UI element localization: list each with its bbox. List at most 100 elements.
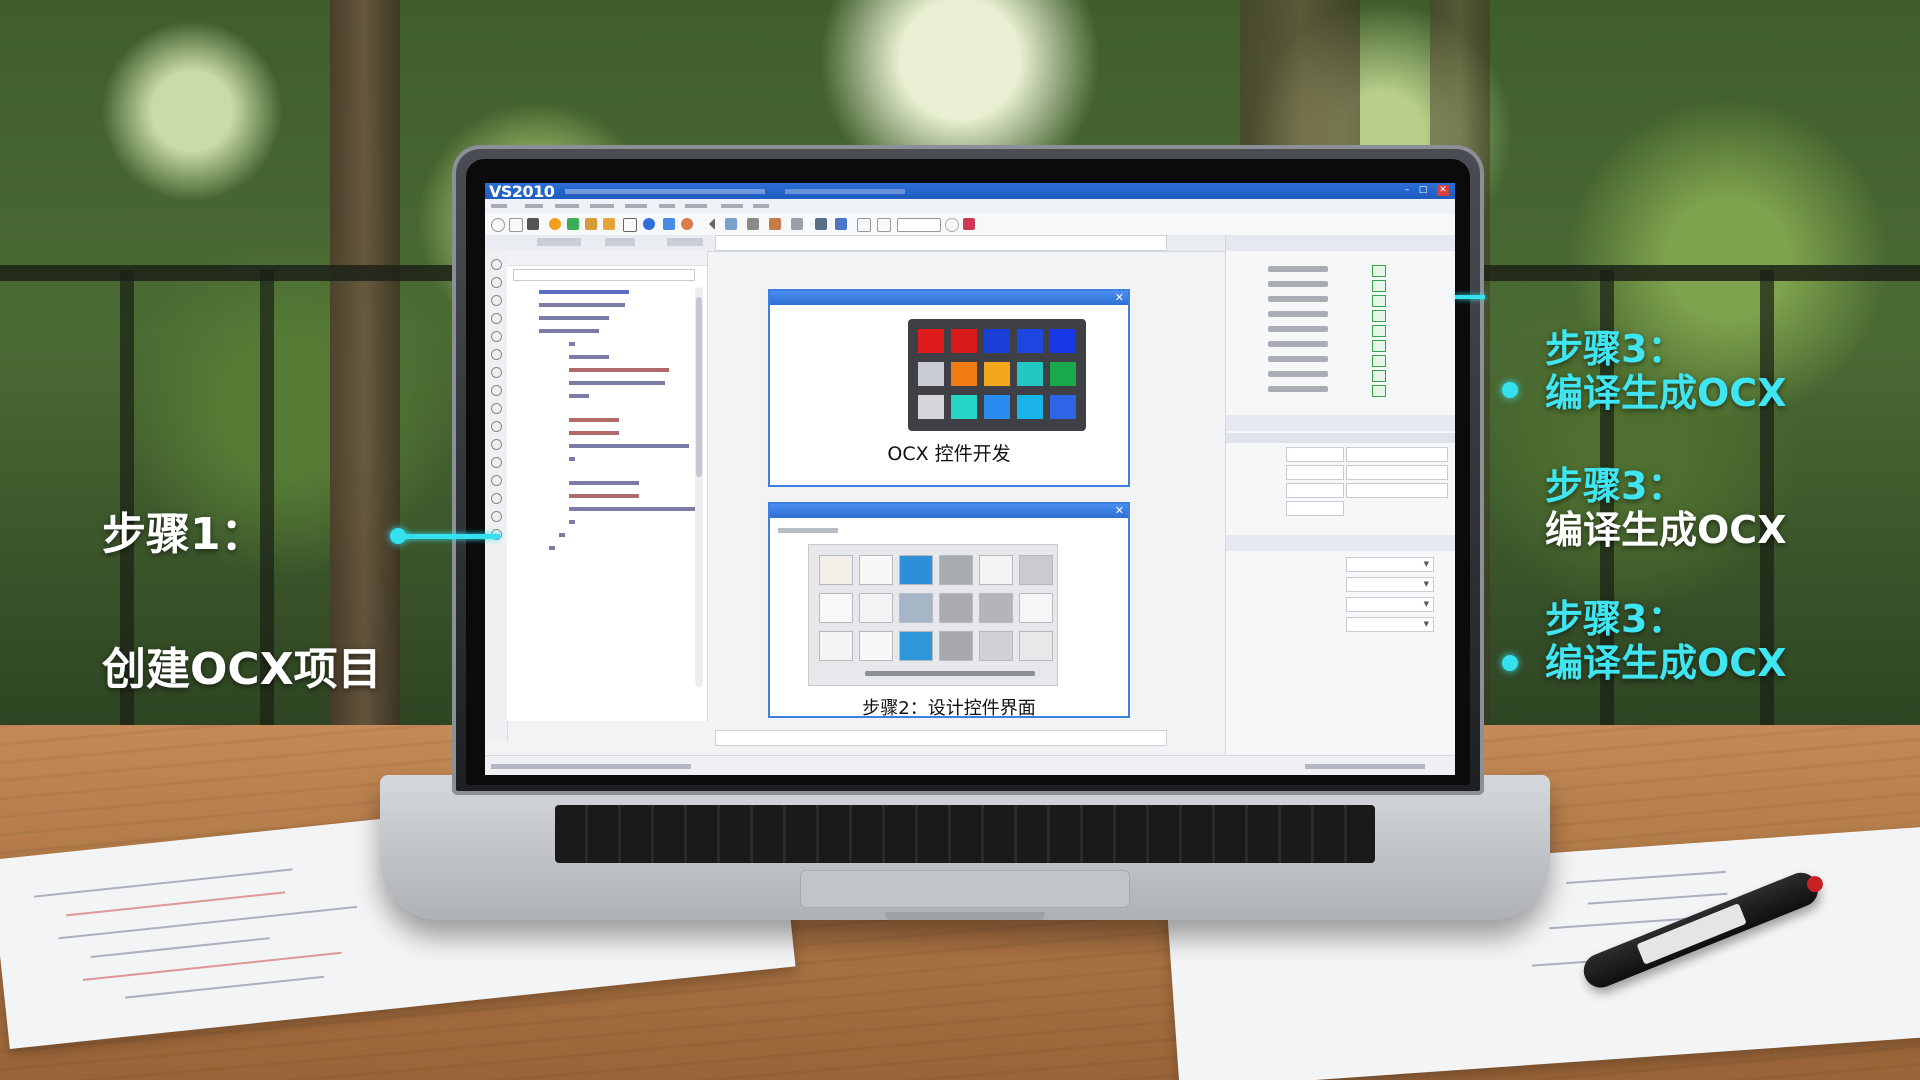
palette-swatch[interactable]	[1050, 329, 1076, 353]
tab-item[interactable]	[667, 238, 703, 246]
maximize-button[interactable]: □	[1417, 185, 1429, 196]
color-palette-control[interactable]	[908, 319, 1086, 431]
back-icon[interactable]	[491, 218, 505, 232]
toolbox-icon[interactable]	[491, 439, 502, 450]
tool-icon[interactable]	[791, 218, 803, 230]
layout-icon[interactable]	[857, 218, 871, 232]
property-field[interactable]	[1346, 483, 1448, 498]
close-button[interactable]: ✕	[1437, 185, 1449, 196]
grid-cell[interactable]	[859, 555, 893, 585]
checkbox-icon[interactable]	[1372, 325, 1386, 337]
property-dropdown[interactable]: ▼	[1346, 577, 1434, 592]
checkbox-icon[interactable]	[1372, 340, 1386, 352]
property-dropdown[interactable]: ▼	[1346, 597, 1434, 612]
bookmark-icon[interactable]	[769, 218, 781, 230]
checkbox-icon[interactable]	[1372, 280, 1386, 292]
property-row[interactable]	[1232, 355, 1446, 368]
redo-icon[interactable]	[725, 218, 737, 230]
web-icon[interactable]	[643, 218, 655, 230]
debug-icon[interactable]	[681, 218, 693, 230]
toolbox-icon[interactable]	[491, 295, 502, 306]
paste-icon[interactable]	[623, 218, 637, 232]
windows-icon[interactable]	[835, 218, 847, 230]
editor-navigation-bar[interactable]	[513, 269, 695, 281]
close-icon[interactable]: ✕	[1115, 504, 1124, 518]
grid-cell[interactable]	[859, 593, 893, 623]
new-file-icon[interactable]	[509, 218, 523, 232]
toolbox-icon[interactable]	[491, 277, 502, 288]
grid-cell[interactable]	[1019, 593, 1053, 623]
checkbox-icon[interactable]	[1372, 385, 1386, 397]
checkbox-icon[interactable]	[1372, 355, 1386, 367]
arrows-icon[interactable]	[815, 218, 827, 230]
cut-icon[interactable]	[603, 218, 615, 230]
menu-item[interactable]	[753, 204, 769, 208]
property-field[interactable]	[1286, 465, 1344, 480]
menu-item[interactable]	[685, 204, 707, 208]
property-row[interactable]	[1232, 340, 1446, 353]
menu-item[interactable]	[491, 204, 507, 208]
menu-item[interactable]	[659, 204, 675, 208]
toolbox-icon[interactable]	[491, 421, 502, 432]
checkbox-icon[interactable]	[1372, 370, 1386, 382]
property-row[interactable]	[1232, 385, 1446, 398]
user-icon[interactable]	[663, 218, 675, 230]
designer-toolbar[interactable]	[715, 235, 1167, 251]
palette-swatch[interactable]	[918, 329, 944, 353]
menu-item[interactable]	[590, 204, 614, 208]
find-icon[interactable]	[747, 218, 759, 230]
grid-cell[interactable]	[939, 631, 973, 661]
toolbox-icon[interactable]	[491, 331, 502, 342]
property-dropdown[interactable]: ▼	[1346, 557, 1434, 572]
edit-icon[interactable]	[585, 218, 597, 230]
palette-swatch[interactable]	[918, 362, 944, 386]
editor-scrollbar[interactable]	[695, 287, 703, 687]
palette-swatch[interactable]	[1017, 395, 1043, 419]
palette-swatch[interactable]	[984, 329, 1010, 353]
design-window[interactable]: ✕ 步骤2：设计控件界面	[768, 502, 1130, 719]
property-field[interactable]	[1286, 447, 1344, 462]
code-editor-panel[interactable]	[507, 251, 708, 721]
property-row[interactable]	[1232, 295, 1446, 308]
property-dropdown[interactable]: ▼	[1346, 617, 1434, 632]
palette-swatch[interactable]	[951, 329, 977, 353]
output-input[interactable]	[715, 730, 1167, 746]
toolbox-icon[interactable]	[491, 313, 502, 324]
property-row[interactable]	[1232, 370, 1446, 383]
palette-swatch[interactable]	[951, 362, 977, 386]
build-icon[interactable]	[567, 218, 579, 230]
toolbox-icon[interactable]	[491, 403, 502, 414]
grid-cell[interactable]	[899, 631, 933, 661]
grid-cell[interactable]	[819, 555, 853, 585]
grid-cell[interactable]	[979, 593, 1013, 623]
tab-item[interactable]	[605, 238, 635, 246]
menu-item[interactable]	[525, 204, 543, 208]
run-icon[interactable]	[963, 218, 975, 230]
toolbox-icon[interactable]	[491, 457, 502, 468]
slider-track[interactable]	[865, 671, 1035, 676]
property-row[interactable]	[1232, 265, 1446, 278]
checkbox-icon[interactable]	[1372, 265, 1386, 277]
toolbox-icon[interactable]	[491, 349, 502, 360]
palette-swatch[interactable]	[1017, 362, 1043, 386]
config-dropdown[interactable]	[897, 218, 941, 232]
toolbox-icon[interactable]	[491, 259, 502, 270]
grid-cell[interactable]	[859, 631, 893, 661]
close-icon[interactable]: ✕	[1115, 291, 1124, 305]
grid-cell[interactable]	[819, 593, 853, 623]
open-icon[interactable]	[549, 218, 561, 230]
grid-cell[interactable]	[899, 593, 933, 623]
palette-swatch[interactable]	[918, 395, 944, 419]
undo-icon[interactable]	[703, 218, 715, 230]
property-field[interactable]	[1286, 483, 1344, 498]
property-field[interactable]	[1346, 447, 1448, 462]
toolbox-icon[interactable]	[491, 385, 502, 396]
code-lines[interactable]	[513, 285, 699, 559]
grid-cell[interactable]	[1019, 631, 1053, 661]
property-field[interactable]	[1286, 501, 1344, 516]
grid-cell[interactable]	[979, 555, 1013, 585]
property-row[interactable]	[1232, 280, 1446, 293]
palette-swatch[interactable]	[951, 395, 977, 419]
menu-item[interactable]	[721, 204, 743, 208]
property-row[interactable]	[1232, 325, 1446, 338]
